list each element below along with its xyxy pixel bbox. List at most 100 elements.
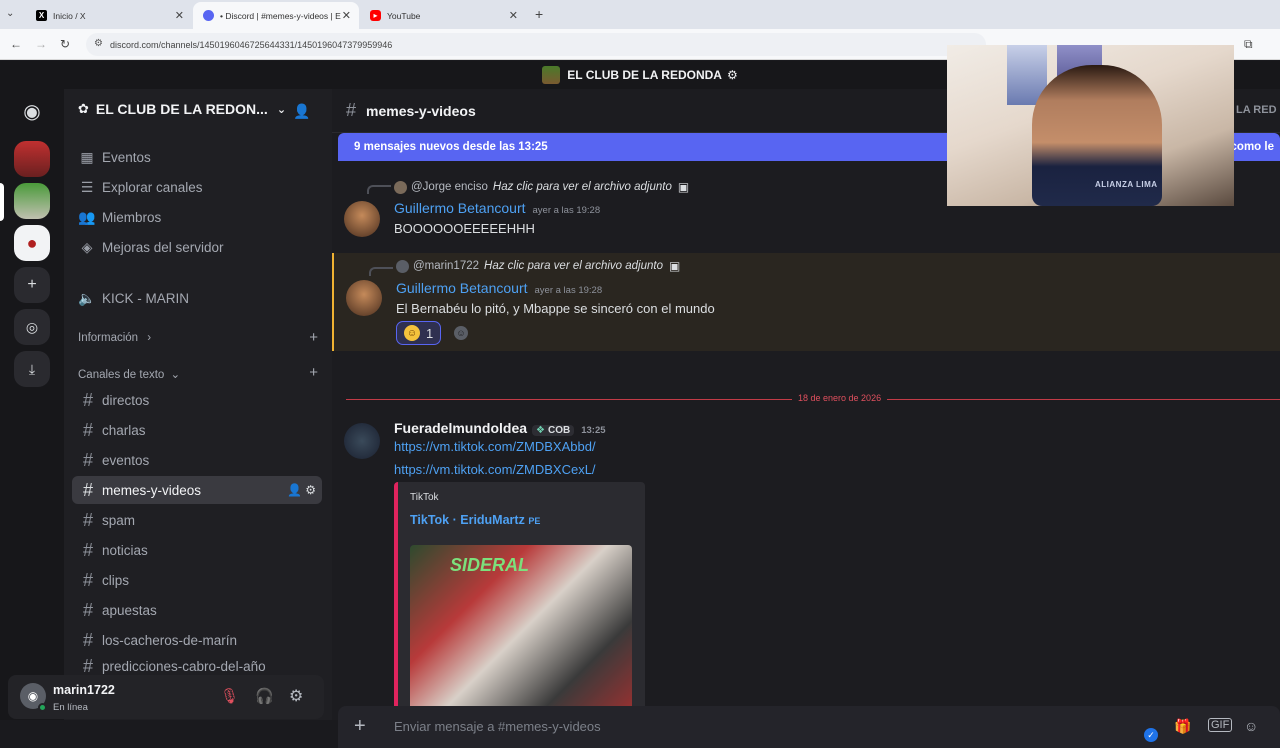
invite-people-icon[interactable]: 👤 bbox=[293, 103, 310, 120]
channel-label: predicciones-cabro-del-año bbox=[102, 658, 266, 674]
server-icon bbox=[542, 66, 561, 84]
channel-apuestas[interactable]: # apuestas bbox=[72, 596, 322, 624]
tab-list-chevron-icon[interactable]: ⌄ bbox=[6, 8, 14, 19]
deafened-icon[interactable]: 🎧 bbox=[255, 687, 274, 705]
reply-text: Haz clic para ver el archivo adjunto bbox=[492, 181, 672, 193]
reaction-button[interactable]: ☺ 1 bbox=[396, 321, 442, 345]
message-link[interactable]: https://vm.tiktok.com/ZMDBXAbbd/ bbox=[394, 439, 596, 454]
checkmark-badge-icon: ✓ bbox=[1144, 728, 1158, 742]
message-author[interactable]: Fueradelmundoldea ❖ COB 13:25 bbox=[394, 420, 606, 436]
embed-title: TikTok · EriduMartz bbox=[410, 513, 525, 527]
close-tab-icon[interactable]: ✕ bbox=[509, 9, 518, 22]
message-author[interactable]: Guillermo Betancourt ayer a las 19:28 bbox=[396, 280, 602, 296]
channel-label: directos bbox=[102, 392, 150, 408]
discover-icon[interactable]: ◎ bbox=[14, 309, 50, 345]
channel-label: apuestas bbox=[102, 602, 157, 618]
embed-thumbnail[interactable]: SIDERAL bbox=[410, 545, 632, 720]
message-composer: + Enviar mensaje a #memes-y-videos ✓ 🎁 G… bbox=[338, 706, 1280, 748]
channel-los-cacheros-de-marin[interactable]: # los-cacheros-de-marín bbox=[72, 626, 322, 654]
tag-label: COB bbox=[548, 425, 571, 436]
channel-label: memes-y-videos bbox=[102, 482, 202, 498]
voice-channel-label: KICK - MARIN bbox=[102, 291, 190, 306]
sticker-icon[interactable]: ☺ bbox=[1244, 718, 1258, 734]
username[interactable]: marin1722 bbox=[53, 683, 115, 697]
user-settings-gear-icon[interactable]: ⚙ bbox=[289, 686, 303, 706]
channel-label: spam bbox=[102, 512, 136, 528]
add-reaction-icon[interactable]: ☺ bbox=[454, 326, 468, 340]
add-channel-icon[interactable]: + bbox=[309, 329, 318, 346]
user-panel: ◉ marin1722 En línea 🎙 🎧 ⚙ bbox=[8, 675, 324, 719]
attach-plus-icon[interactable]: + bbox=[354, 715, 366, 738]
server-name-dropdown[interactable]: ✿ EL CLUB DE LA REDON... ⌄ bbox=[78, 101, 286, 117]
channel-clips[interactable]: # clips bbox=[72, 566, 322, 594]
channel-memes-y-videos[interactable]: # memes-y-videos 👤 ⚙ bbox=[72, 476, 322, 504]
site-info-icon[interactable]: ⚙ bbox=[94, 38, 103, 49]
forward-icon[interactable]: → bbox=[35, 37, 47, 51]
download-icon[interactable]: ⤓ bbox=[14, 351, 50, 387]
date-divider-label: 18 de enero de 2026 bbox=[792, 393, 888, 403]
category-text-channels[interactable]: Canales de texto ⌄ bbox=[78, 367, 180, 381]
hash-icon: # bbox=[82, 479, 93, 500]
new-tab-button[interactable]: + bbox=[535, 6, 543, 22]
channel-label: noticias bbox=[102, 542, 148, 558]
close-tab-icon[interactable]: ✕ bbox=[342, 9, 351, 22]
gift-icon[interactable]: 🎁 bbox=[1174, 718, 1191, 735]
channel-settings-icons[interactable]: 👤 ⚙ bbox=[287, 483, 316, 497]
avatar[interactable] bbox=[346, 280, 382, 316]
timestamp: ayer a las 19:28 bbox=[532, 205, 601, 216]
reaction-count: 1 bbox=[426, 325, 434, 341]
avatar[interactable] bbox=[344, 201, 380, 237]
reload-icon[interactable]: ↻ bbox=[60, 37, 70, 51]
channel-directos[interactable]: # directos bbox=[72, 386, 322, 414]
sidebar-item-browse[interactable]: ☰ Explorar canales bbox=[78, 179, 203, 196]
channel-label: eventos bbox=[102, 452, 150, 468]
close-tab-icon[interactable]: ✕ bbox=[175, 9, 184, 22]
extensions-icon[interactable]: ⧉ bbox=[1244, 37, 1253, 52]
category-info[interactable]: Información › bbox=[78, 332, 151, 344]
add-channel-icon[interactable]: + bbox=[309, 364, 318, 381]
embed-title-link[interactable]: TikTok · EriduMartz PE bbox=[410, 513, 540, 527]
avatar[interactable] bbox=[344, 423, 380, 459]
server-avatar-3[interactable]: ● bbox=[14, 225, 50, 261]
reply-text: Haz clic para ver el archivo adjunto bbox=[484, 260, 663, 272]
browser-tab-x[interactable]: X Inicio / X ✕ bbox=[26, 2, 192, 29]
reply-preview[interactable]: @marin1722 Haz clic para ver el archivo … bbox=[396, 259, 680, 273]
discord-home-icon[interactable]: ◉ bbox=[14, 93, 50, 129]
browser-tab-youtube[interactable]: ▸ YouTube ✕ bbox=[360, 2, 526, 29]
back-icon[interactable]: ← bbox=[10, 37, 22, 51]
browse-channels-icon: ☰ bbox=[80, 179, 94, 195]
channel-label: los-cacheros-de-marín bbox=[102, 632, 238, 648]
youtube-icon: ▸ bbox=[370, 10, 381, 21]
sidebar-item-members[interactable]: 👥 Miembros bbox=[78, 209, 161, 226]
address-bar[interactable]: ⚙ discord.com/channels/14501960467256443… bbox=[86, 33, 986, 56]
server-title: EL CLUB DE LA REDONDA bbox=[567, 68, 722, 82]
channel-noticias[interactable]: # noticias bbox=[72, 536, 322, 564]
server-avatar-2[interactable] bbox=[14, 183, 50, 219]
reply-avatar bbox=[394, 180, 407, 194]
server-badge-icon: ✿ bbox=[78, 101, 89, 116]
channel-charlas[interactable]: # charlas bbox=[72, 416, 322, 444]
channel-spam[interactable]: # spam bbox=[72, 506, 322, 534]
browser-tab-discord[interactable]: • Discord | #memes-y-videos | E ✕ bbox=[193, 2, 359, 29]
voice-channel-kick-marin[interactable]: 🔈 KICK - MARIN bbox=[78, 290, 189, 307]
hash-icon: # bbox=[82, 389, 93, 410]
reply-connector bbox=[367, 185, 391, 194]
channel-eventos[interactable]: # eventos bbox=[72, 446, 322, 474]
sidebar-item-events[interactable]: ▦ Eventos bbox=[78, 149, 150, 166]
mic-muted-icon[interactable]: 🎙 bbox=[220, 687, 239, 705]
gif-icon[interactable]: GIF bbox=[1208, 718, 1233, 732]
add-server-icon[interactable]: + bbox=[14, 267, 50, 303]
server-avatar-1[interactable] bbox=[14, 141, 50, 177]
message-link[interactable]: https://vm.tiktok.com/ZMDBXCexL/ bbox=[394, 462, 596, 477]
message-input[interactable]: Enviar mensaje a #memes-y-videos bbox=[394, 719, 601, 734]
sidebar-item-boost[interactable]: ◈ Mejoras del servidor bbox=[78, 239, 224, 256]
channel-predicciones-cabro-del-ano[interactable]: # predicciones-cabro-del-año bbox=[72, 656, 322, 676]
laughing-emoji-icon: ☺ bbox=[404, 325, 420, 341]
mark-read-text[interactable]: como le bbox=[1231, 141, 1274, 153]
message-author[interactable]: Guillermo Betancourt ayer a las 19:28 bbox=[394, 200, 600, 216]
sidebar-item-label: Mejoras del servidor bbox=[102, 240, 224, 255]
reply-preview[interactable]: @Jorge enciso Haz clic para ver el archi… bbox=[394, 180, 689, 194]
shirt-text: ALIANZA LIMA bbox=[1095, 180, 1158, 189]
url-text: discord.com/channels/1450196046725644331… bbox=[110, 39, 393, 50]
channel-sidebar: ✿ EL CLUB DE LA REDON... ⌄ 👤 ▦ Eventos ☰… bbox=[64, 89, 332, 720]
